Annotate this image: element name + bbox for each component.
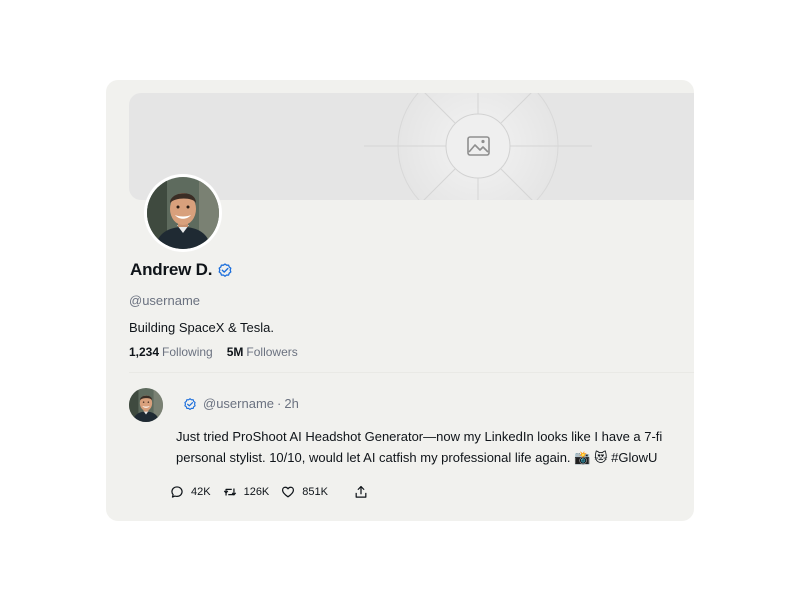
tweet-separator: · [277, 396, 282, 411]
tweet-handle[interactable]: @username [203, 396, 274, 411]
reply-count: 42K [191, 486, 211, 498]
retweet-icon [223, 488, 236, 496]
followers-link[interactable]: 5M Followers [227, 345, 298, 359]
retweet-count: 126K [243, 486, 270, 498]
profile-bio: Building SpaceX & Tesla. [129, 320, 275, 335]
following-count: 1,234 [129, 345, 160, 359]
cover-image-placeholder[interactable] [129, 93, 694, 200]
tweet-avatar[interactable] [129, 388, 163, 422]
tweet-header: @username · 2h [183, 396, 299, 411]
like-count: 851K [302, 486, 328, 498]
divider [129, 372, 694, 373]
tweet-actions: 42K 126K 851K [170, 485, 380, 499]
retweet-button[interactable]: 126K [223, 485, 270, 499]
heart-icon [282, 486, 295, 498]
profile-name-row: Andrew D. [130, 260, 233, 280]
verified-badge-icon [183, 397, 197, 411]
tweet-text-line: personal stylist. 10/10, would let AI ca… [176, 450, 658, 465]
share-icon [355, 485, 367, 498]
followers-label: Followers [246, 345, 298, 359]
following-link[interactable]: 1,234 Following [129, 345, 213, 359]
verified-badge-icon [217, 262, 233, 278]
profile-handle: @username [129, 293, 201, 308]
profile-name: Andrew D. [130, 260, 213, 279]
tweet-body: Just tried ProShoot AI Headshot Generato… [176, 426, 694, 468]
followers-count: 5M [226, 345, 244, 359]
avatar-photo [129, 388, 163, 422]
share-button[interactable] [354, 485, 368, 499]
tweet-text-line: Just tried ProShoot AI Headshot Generato… [176, 429, 663, 444]
following-label: Following [162, 345, 213, 359]
avatar-photo [147, 177, 219, 249]
reply-icon [171, 486, 183, 498]
profile-stats: 1,234 Following 5M Followers [129, 345, 298, 359]
profile-card: Andrew D. @username Building SpaceX & Te… [106, 80, 694, 521]
tweet-time[interactable]: 2h [284, 396, 298, 411]
profile-avatar[interactable] [144, 174, 222, 252]
reply-button[interactable]: 42K [170, 485, 211, 499]
image-placeholder-icon [364, 93, 592, 200]
like-button[interactable]: 851K [281, 485, 328, 499]
